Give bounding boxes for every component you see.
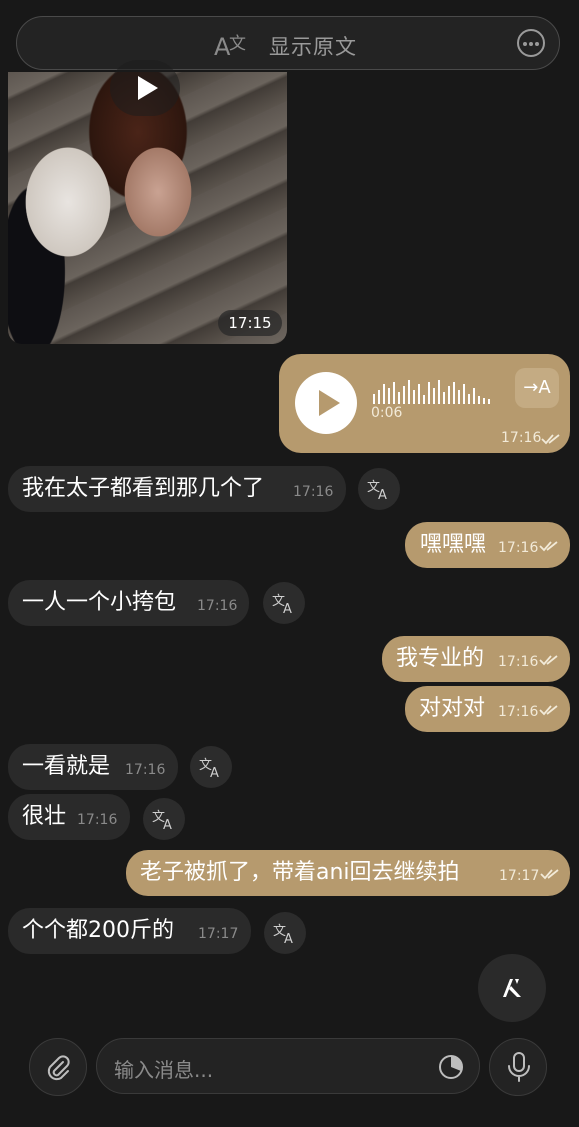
message-text: 一人一个小挎包 [22,590,177,615]
translate-button[interactable]: 文A [264,912,306,954]
translate-icon: 文A [367,480,387,501]
message-text: 老子被抓了，带着ani回去继续拍 [140,860,460,885]
translate-icon: 文A [152,810,172,831]
message-time: 17:16 [125,762,166,778]
ai-assistant-button[interactable] [478,954,546,1022]
show-original-label: 显示原文 [269,35,357,59]
svg-text:A: A [284,932,293,945]
translate-button[interactable]: 文A [143,798,185,840]
read-check-icon [539,541,558,552]
message-time: 17:16 [293,484,334,500]
message-time: 17:16 [498,704,539,720]
message-time: 17:16 [498,540,539,556]
message-bubble: 很壮 17:16 [8,794,130,840]
message-time: 17:17 [198,926,239,942]
more-icon[interactable] [517,29,545,57]
translate-icon: 文A [273,924,293,945]
svg-text:A: A [210,766,219,779]
voice-duration: 0:06 [371,405,403,421]
message-time: 17:16 [498,654,539,670]
microphone-icon [508,1052,530,1082]
message-bubble: 老子被抓了，带着ani回去继续拍 17:17 [126,850,570,896]
message-input[interactable]: 输入消息... [96,1038,480,1094]
message-text: 对对对 [419,696,486,721]
voice-play-button[interactable] [295,372,357,434]
voice-record-button[interactable] [489,1038,547,1096]
translate-bar[interactable]: A 文 显示原文 [16,16,560,70]
message-bubble: 一看就是 17:16 [8,744,178,790]
translate-button[interactable]: 文A [190,746,232,788]
read-check-icon [541,434,560,445]
message-text: 嘿嘿嘿 [420,532,487,557]
paperclip-icon [47,1055,70,1081]
message-time: 17:16 [77,812,118,828]
message-text: 我在太子都看到那几个了 [22,476,265,501]
read-check-icon [539,655,558,666]
message-bubble: 一人一个小挎包 17:16 [8,580,249,626]
message-input-placeholder: 输入消息... [114,1058,214,1082]
translate-icon: A 文 [214,33,246,59]
translate-icon: 文A [199,758,219,779]
message-bubble: 我在太子都看到那几个了 17:16 [8,466,346,512]
message-bubble: 嘿嘿嘿 17:16 [405,522,570,568]
ai-logo-icon [503,979,521,997]
message-bubble: 个个都200斤的 17:17 [8,908,251,954]
translate-button[interactable]: 文A [358,468,400,510]
translate-icon: 文A [272,594,292,615]
message-time: 17:16 [197,598,238,614]
read-check-icon [540,869,559,880]
svg-text:A: A [378,488,387,501]
message-bubble: 我专业的 17:16 [382,636,570,682]
message-text: 很壮 [22,804,67,829]
svg-text:文: 文 [229,34,246,54]
message-text: 个个都200斤的 [22,918,174,943]
message-time: 17:17 [499,868,540,884]
waveform[interactable] [373,378,499,404]
timer-icon[interactable] [438,1054,464,1080]
message-bubble: 对对对 17:16 [405,686,570,732]
message-text: 一看就是 [22,754,111,779]
voice-time: 17:16 [501,430,542,446]
video-timestamp: 17:15 [218,310,282,336]
read-check-icon [539,705,558,716]
svg-text:A: A [283,602,292,615]
message-text: 我专业的 [396,646,485,671]
translate-button[interactable]: 文A [263,582,305,624]
voice-translate-button[interactable]: →A [515,368,559,408]
svg-text:A: A [163,818,172,831]
video-play-icon[interactable] [110,60,180,116]
attach-button[interactable] [29,1038,87,1096]
voice-message: 0:06 →A 17:16 [279,354,570,453]
